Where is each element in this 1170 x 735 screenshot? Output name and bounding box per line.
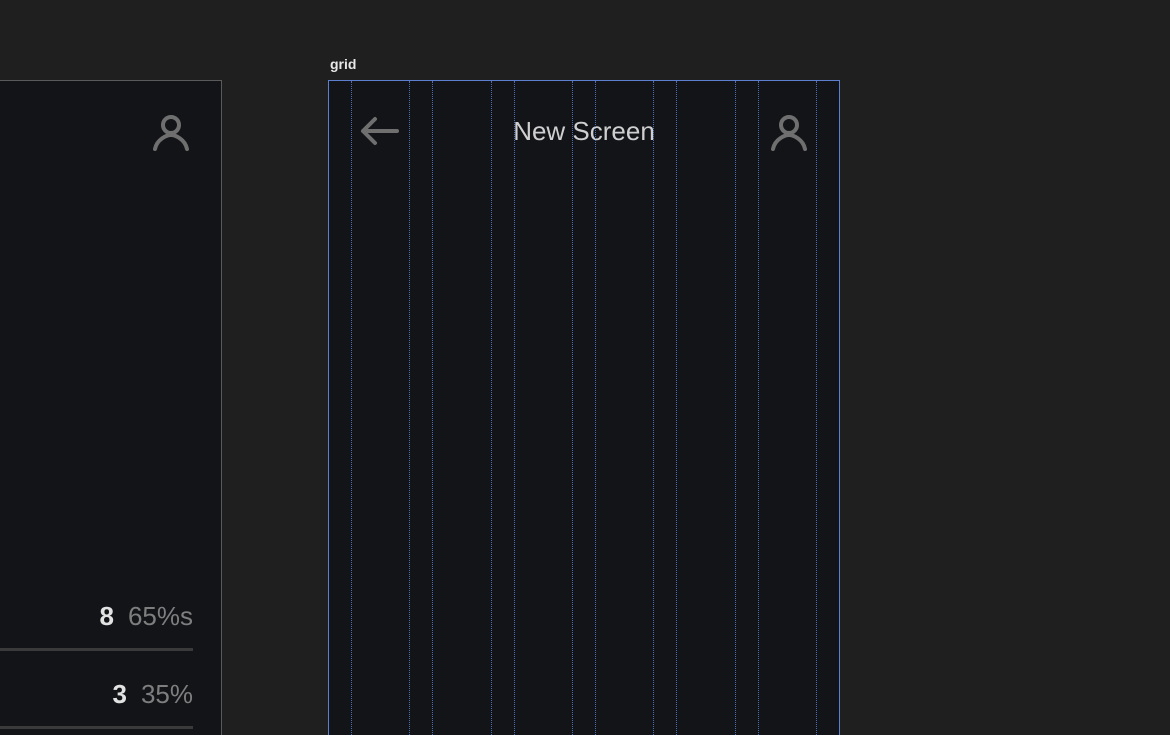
- screen-header: New Screen: [329, 81, 839, 181]
- stat-percent: 35%: [141, 679, 193, 710]
- stat-row: 8 65%s: [0, 601, 193, 651]
- stats-list: 8 65%s 3 35%: [0, 601, 221, 729]
- artboard-grid[interactable]: New Screen: [328, 80, 840, 735]
- stat-count: 8: [99, 601, 113, 632]
- screen-header: onth: [0, 81, 221, 181]
- design-canvas[interactable]: onth 8 65%s: [0, 0, 1170, 735]
- stat-percent: 65%s: [128, 601, 193, 632]
- stat-row: 3 35%: [0, 679, 193, 729]
- stat-count: 3: [112, 679, 126, 710]
- stat-bar: [0, 648, 193, 651]
- stat-bar: [0, 726, 193, 729]
- profile-icon[interactable]: [769, 111, 809, 151]
- back-arrow-icon[interactable]: [359, 115, 399, 147]
- screen-title: New Screen: [329, 116, 839, 147]
- artboard-label[interactable]: grid: [330, 56, 356, 72]
- artboard-month[interactable]: onth 8 65%s: [0, 80, 222, 735]
- profile-icon[interactable]: [151, 111, 191, 151]
